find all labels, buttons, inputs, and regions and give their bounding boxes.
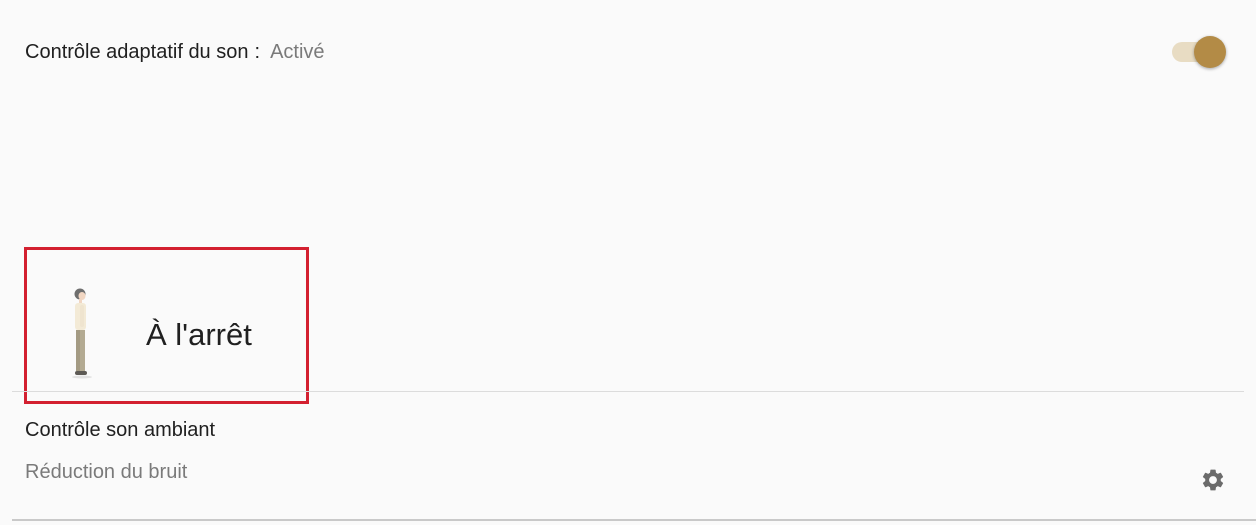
adaptive-sound-row: Contrôle adaptatif du son : Activé: [25, 38, 325, 66]
ambient-sound-mode: Réduction du bruit: [25, 461, 188, 483]
gear-icon[interactable]: [1200, 467, 1226, 493]
bottom-divider: [12, 519, 1256, 521]
section-divider: [12, 391, 1244, 392]
standing-person-icon: [72, 288, 92, 379]
activity-label: À l'arrêt: [146, 317, 252, 352]
adaptive-sound-label: Contrôle adaptatif du son: [25, 40, 249, 63]
adaptive-sound-status: Activé: [270, 40, 325, 63]
toggle-thumb: [1194, 36, 1226, 68]
adaptive-sound-separator: :: [254, 40, 261, 63]
ambient-sound-title: Contrôle son ambiant: [25, 419, 216, 441]
adaptive-sound-toggle[interactable]: [1170, 35, 1230, 69]
